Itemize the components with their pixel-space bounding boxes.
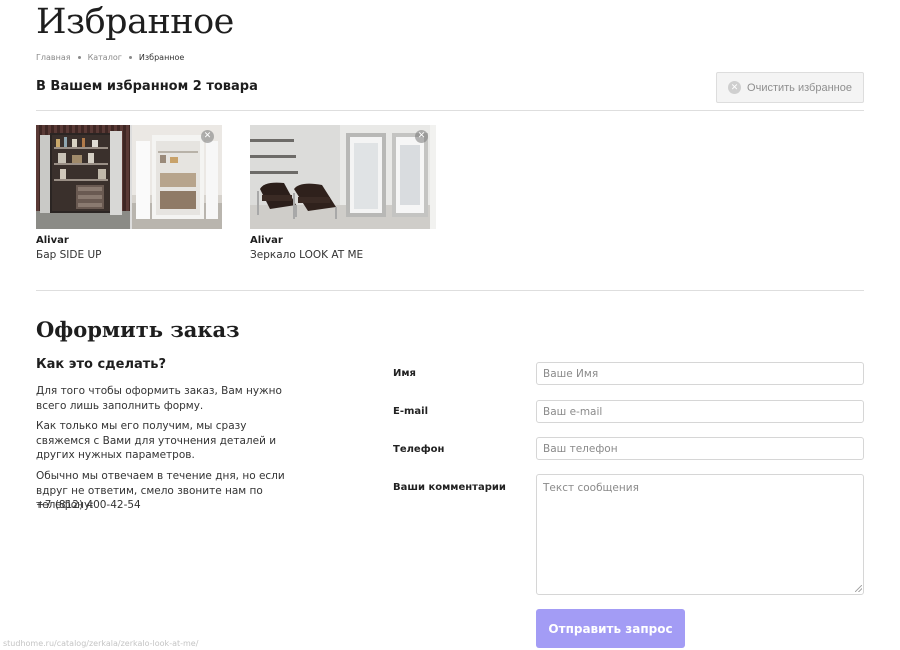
favorites-count-heading: В Вашем избранном 2 товара xyxy=(36,79,258,94)
order-title: Оформить заказ xyxy=(36,317,240,342)
product-image-mirror[interactable]: ✕ xyxy=(250,125,436,229)
divider xyxy=(36,110,864,111)
comments-textarea[interactable] xyxy=(536,474,864,595)
email-input[interactable] xyxy=(536,400,864,423)
mirror-image xyxy=(250,125,436,229)
phone-input[interactable] xyxy=(536,437,864,460)
breadcrumb: Главная Каталог Избранное xyxy=(36,53,184,62)
clear-favorites-button[interactable]: ✕ Очистить избранное xyxy=(716,72,864,103)
phone-number[interactable]: +7 (812) 400-42-54 xyxy=(36,498,296,513)
bar-cabinet-image xyxy=(36,125,222,229)
name-label: Имя xyxy=(393,368,416,379)
product-card: ✕ Alivar Бар SIDE UP xyxy=(36,125,222,261)
resize-grip-icon[interactable] xyxy=(855,585,862,592)
product-brand: Alivar xyxy=(36,235,69,246)
breadcrumb-separator xyxy=(128,56,132,59)
product-name[interactable]: Бар SIDE UP xyxy=(36,249,222,261)
breadcrumb-separator xyxy=(77,56,81,59)
clear-favorites-label: Очистить избранное xyxy=(747,81,852,94)
instructions-paragraph: Как только мы его получим, мы сразу свяж… xyxy=(36,420,277,461)
comments-label: Ваши комментарии xyxy=(393,482,506,493)
remove-favorite-icon[interactable]: ✕ xyxy=(415,130,428,143)
breadcrumb-catalog[interactable]: Каталог xyxy=(88,53,122,62)
product-name[interactable]: Зеркало LOOK AT ME xyxy=(250,249,436,261)
phone-label: Телефон xyxy=(393,444,445,455)
instructions-paragraph: Для того чтобы оформить заказ, Вам нужно… xyxy=(36,385,282,412)
name-input[interactable] xyxy=(536,362,864,385)
email-label: E-mail xyxy=(393,406,429,417)
status-bar-url: studhome.ru/catalog/zerkala/zerkalo-look… xyxy=(0,637,202,650)
breadcrumb-current: Избранное xyxy=(138,53,185,62)
breadcrumb-home[interactable]: Главная xyxy=(36,53,71,62)
page-title: Избранное xyxy=(36,2,234,42)
product-image-bar[interactable]: ✕ xyxy=(36,125,222,229)
submit-request-button[interactable]: Отправить запрос xyxy=(536,609,685,648)
product-card: ✕ Alivar Зеркало LOOK AT ME xyxy=(250,125,436,261)
divider xyxy=(36,290,864,291)
product-brand: Alivar xyxy=(250,235,283,246)
remove-favorite-icon[interactable]: ✕ xyxy=(201,130,214,143)
how-to-title: Как это сделать? xyxy=(36,357,167,372)
close-circle-icon: ✕ xyxy=(728,81,742,94)
